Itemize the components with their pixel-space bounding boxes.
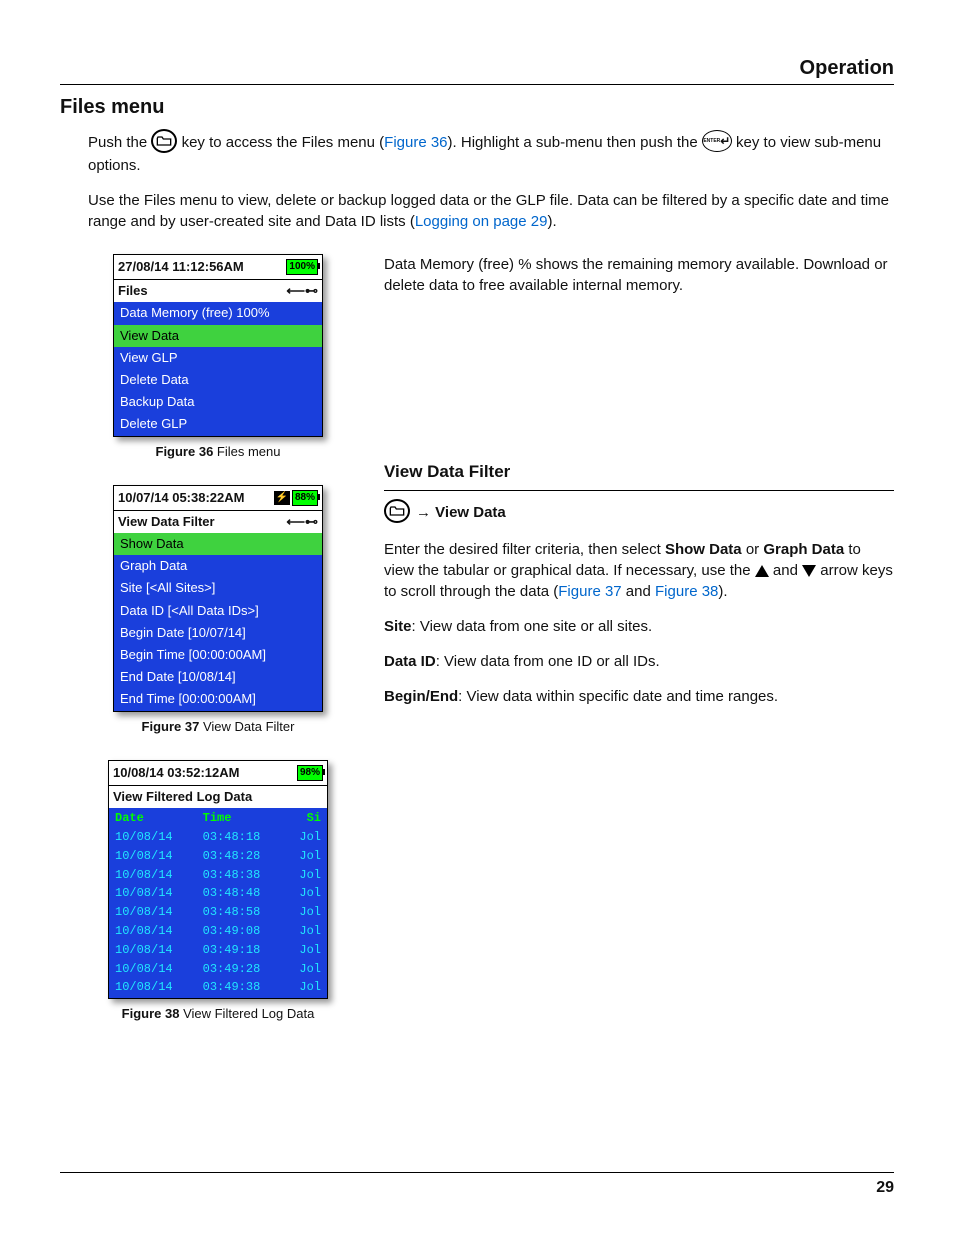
battery-icon: 88%	[292, 490, 318, 506]
page-title: Files menu	[60, 93, 894, 121]
footer-rule	[60, 1172, 894, 1173]
battery-icon: 100%	[286, 259, 318, 275]
log-data-table: Date Time Si 10/08/1403:48:18Jol 10/08/1…	[109, 808, 327, 998]
usb-icon: ⟵⊷	[286, 513, 318, 531]
figure-37-screen: 10/07/14 05:38:22AM ⚡88% View Data Filte…	[113, 485, 323, 712]
menu-item: Data Memory (free) 100%	[114, 302, 322, 324]
menu-item: Data ID [<All Data IDs>]	[114, 600, 322, 622]
menu-item-selected: Show Data	[114, 533, 322, 555]
down-arrow-icon	[802, 565, 816, 577]
menu-item: Graph Data	[114, 555, 322, 577]
subsection-rule	[384, 490, 894, 491]
nav-breadcrumb: → View Data	[384, 501, 894, 525]
col-header: Date	[111, 810, 197, 827]
screen-title: View Data Filter	[118, 513, 215, 531]
screen-title: View Filtered Log Data	[113, 788, 252, 806]
figure-36-caption: Figure 36 Files menu	[88, 443, 348, 461]
usb-icon: ⟵⊷	[286, 282, 318, 300]
beginend-desc: Begin/End: View data within specific dat…	[384, 686, 894, 707]
filter-menu-list: Show Data Graph Data Site [<All Sites>] …	[114, 533, 322, 711]
datetime: 10/07/14 05:38:22AM	[118, 489, 244, 507]
text: key to access the Files menu (	[182, 134, 385, 151]
up-arrow-icon	[755, 565, 769, 577]
intro-para-1: Push the key to access the Files menu (F…	[88, 131, 894, 176]
link-figure-37[interactable]: Figure 37	[558, 583, 621, 600]
link-figure-36[interactable]: Figure 36	[384, 134, 447, 151]
folder-key-icon	[384, 499, 410, 523]
datetime: 27/08/14 11:12:56AM	[118, 258, 244, 276]
menu-item: Backup Data	[114, 391, 322, 413]
nav-text: → View Data	[416, 502, 506, 523]
folder-key-icon	[151, 129, 177, 153]
vdf-para-1: Enter the desired filter criteria, then …	[384, 539, 894, 602]
menu-item-selected: View Data	[114, 325, 322, 347]
intro-para-2: Use the Files menu to view, delete or ba…	[88, 190, 894, 232]
text: Push the	[88, 134, 151, 151]
menu-item: Begin Time [00:00:00AM]	[114, 644, 322, 666]
text: ).	[547, 213, 556, 230]
figure-36-screen: 27/08/14 11:12:56AM 100% Files ⟵⊷ Data M…	[113, 254, 323, 437]
page-number: 29	[876, 1177, 894, 1199]
datetime: 10/08/14 03:52:12AM	[113, 764, 239, 782]
figure-37-caption: Figure 37 View Data Filter	[88, 718, 348, 736]
menu-item: Delete GLP	[114, 413, 322, 435]
link-figure-38[interactable]: Figure 38	[655, 583, 718, 600]
menu-item: Begin Date [10/07/14]	[114, 622, 322, 644]
col-header: Time	[199, 810, 285, 827]
menu-item: Delete Data	[114, 369, 322, 391]
enter-key-icon: ENTER↵	[702, 130, 732, 152]
screen-title: Files	[118, 282, 148, 300]
view-data-filter-heading: View Data Filter	[384, 460, 894, 484]
col-header: Si	[286, 810, 325, 827]
menu-item: End Time [00:00:00AM]	[114, 688, 322, 710]
menu-item: View GLP	[114, 347, 322, 369]
link-logging[interactable]: Logging on page 29	[415, 213, 548, 230]
menu-item: End Date [10/08/14]	[114, 666, 322, 688]
text: ). Highlight a sub-menu then push the	[448, 134, 702, 151]
battery-icon: 98%	[297, 765, 323, 781]
fig36-description: Data Memory (free) % shows the remaining…	[384, 254, 894, 296]
dataid-desc: Data ID: View data from one ID or all ID…	[384, 651, 894, 672]
header-rule	[60, 84, 894, 85]
files-menu-list: Data Memory (free) 100% View Data View G…	[114, 302, 322, 435]
menu-item: Site [<All Sites>]	[114, 577, 322, 599]
header-section-title: Operation	[60, 54, 894, 84]
charging-icon: ⚡	[274, 491, 290, 505]
figure-38-screen: 10/08/14 03:52:12AM 98% View Filtered Lo…	[108, 760, 328, 999]
figure-38-caption: Figure 38 View Filtered Log Data	[88, 1005, 348, 1023]
site-desc: Site: View data from one site or all sit…	[384, 616, 894, 637]
